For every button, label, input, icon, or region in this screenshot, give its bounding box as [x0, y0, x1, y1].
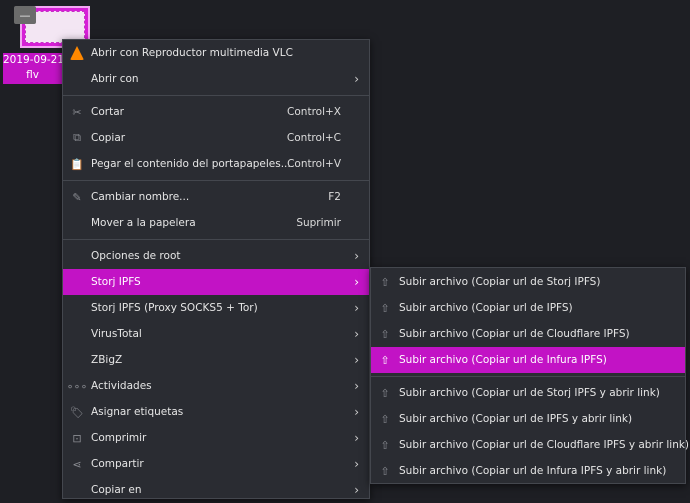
pencil-icon: ✎ [72, 190, 82, 204]
paste-icon: 📋 [70, 157, 84, 171]
submenu-item-upload-infura-open[interactable]: ⇧ Subir archivo (Copiar url de Infura IP… [371, 458, 685, 484]
menu-item-virustotal[interactable]: VirusTotal › [63, 321, 369, 347]
menu-item-compress[interactable]: ⊡ Comprimir › [63, 425, 369, 451]
menu-separator [63, 95, 369, 96]
menu-item-move-to-trash[interactable]: Mover a la papelera Suprimir [63, 210, 369, 236]
submenu-item-upload-cloudflare[interactable]: ⇧ Subir archivo (Copiar url de Cloudflar… [371, 321, 685, 347]
desktop-file-label[interactable]: 2019-09-21 0 flv [3, 53, 62, 84]
menu-item-copy-to[interactable]: Copiar en › [63, 477, 369, 503]
menu-item-activities[interactable]: ∘∘∘ Actividades › [63, 373, 369, 399]
menu-item-open-vlc[interactable]: Abrir con Reproductor multimedia VLC [63, 40, 369, 66]
compress-icon: ⊡ [72, 431, 82, 445]
storj-ipfs-submenu: ⇧ Subir archivo (Copiar url de Storj IPF… [370, 267, 689, 484]
scissors-icon: ✂ [72, 105, 82, 119]
submenu-item-upload-storj[interactable]: ⇧ Subir archivo (Copiar url de Storj IPF… [371, 269, 685, 295]
submenu-item-upload-infura[interactable]: ⇧ Subir archivo (Copiar url de Infura IP… [371, 347, 685, 373]
submenu-separator [371, 376, 685, 377]
upload-icon: ⇧ [380, 412, 390, 426]
chevron-right-icon: › [354, 379, 359, 393]
chevron-right-icon: › [354, 405, 359, 419]
menu-item-storj-ipfs[interactable]: Storj IPFS › [63, 269, 369, 295]
menu-item-rename[interactable]: ✎ Cambiar nombre... F2 [63, 184, 369, 210]
upload-icon: ⇧ [380, 301, 390, 315]
chevron-right-icon: › [354, 275, 359, 289]
chevron-right-icon: › [354, 457, 359, 471]
vlc-icon [69, 45, 85, 61]
submenu-item-upload-cloudflare-open[interactable]: ⇧ Subir archivo (Copiar url de Cloudflar… [371, 432, 689, 458]
chevron-right-icon: › [354, 483, 359, 497]
upload-icon: ⇧ [380, 438, 390, 452]
file-label-line1: 2019-09-21 0 [3, 54, 62, 66]
chevron-right-icon: › [354, 327, 359, 341]
activities-icon: ∘∘∘ [66, 379, 88, 393]
chevron-right-icon: › [354, 301, 359, 315]
chevron-right-icon: › [354, 353, 359, 367]
menu-item-storj-ipfs-proxy[interactable]: Storj IPFS (Proxy SOCKS5 + Tor) › [63, 295, 369, 321]
menu-item-cut[interactable]: ✂ Cortar Control+X [63, 99, 369, 125]
menu-separator [63, 180, 369, 181]
menu-item-root-options[interactable]: Opciones de root › [63, 243, 369, 269]
menu-item-paste[interactable]: 📋 Pegar el contenido del portapapeles...… [63, 151, 369, 177]
upload-icon: ⇧ [380, 464, 390, 478]
submenu-item-upload-storj-open[interactable]: ⇧ Subir archivo (Copiar url de Storj IPF… [371, 380, 685, 406]
upload-icon: ⇧ [380, 353, 390, 367]
file-label-line2: flv [26, 69, 39, 81]
chevron-right-icon: › [354, 249, 359, 263]
menu-separator [63, 239, 369, 240]
upload-icon: ⇧ [380, 386, 390, 400]
submenu-item-upload-ipfs-open[interactable]: ⇧ Subir archivo (Copiar url de IPFS y ab… [371, 406, 685, 432]
menu-item-share[interactable]: ⋖ Compartir › [63, 451, 369, 477]
menu-item-zbigz[interactable]: ZBigZ › [63, 347, 369, 373]
tag-icon: 🏷 [70, 405, 84, 419]
selection-toggle-icon[interactable]: — [14, 6, 36, 24]
chevron-right-icon: › [354, 431, 359, 445]
context-menu: Abrir con Reproductor multimedia VLC Abr… [62, 39, 370, 499]
share-icon: ⋖ [72, 457, 82, 471]
upload-icon: ⇧ [380, 275, 390, 289]
menu-item-copy[interactable]: ⧉ Copiar Control+C [63, 125, 369, 151]
chevron-right-icon: › [354, 72, 359, 86]
submenu-item-upload-ipfs[interactable]: ⇧ Subir archivo (Copiar url de IPFS) [371, 295, 685, 321]
menu-item-open-with[interactable]: Abrir con › [63, 66, 369, 92]
upload-icon: ⇧ [380, 327, 390, 341]
menu-item-assign-tags[interactable]: 🏷 Asignar etiquetas › [63, 399, 369, 425]
copy-icon: ⧉ [73, 131, 81, 144]
